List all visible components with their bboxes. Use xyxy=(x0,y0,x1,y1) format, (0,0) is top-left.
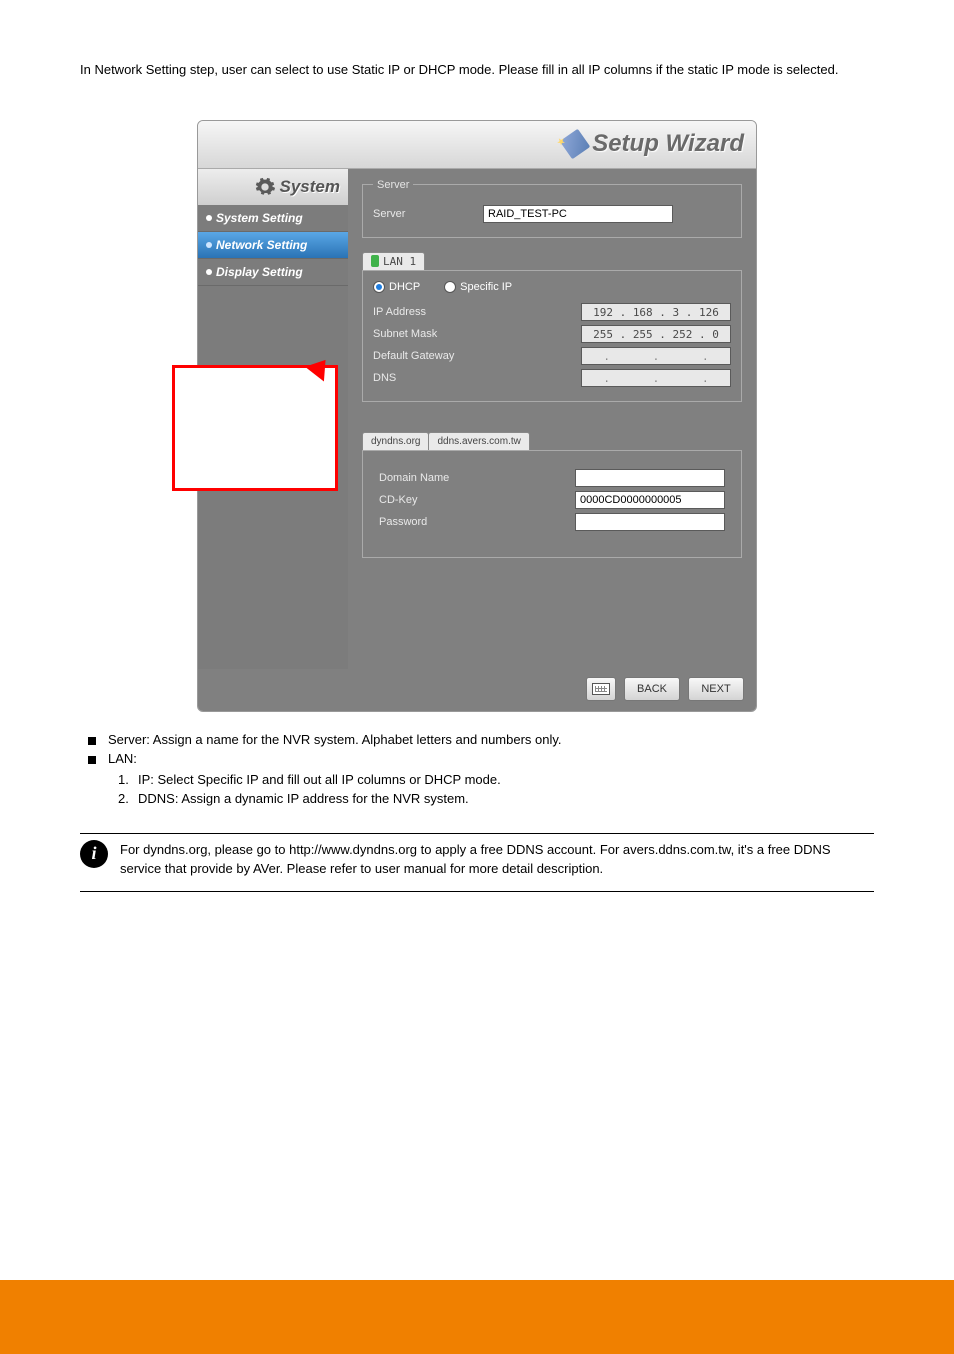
list-number: 2. xyxy=(118,789,130,809)
bullet-icon xyxy=(206,215,212,221)
red-highlight-box xyxy=(172,365,338,491)
ip-address-label: IP Address xyxy=(373,306,473,318)
list-number: 1. xyxy=(118,770,130,790)
sidebar-item-network-setting[interactable]: Network Setting xyxy=(198,232,348,259)
server-bullet-text: Server: Assign a name for the NVR system… xyxy=(108,732,562,747)
radio-selected-icon xyxy=(373,281,385,293)
lan-status-icon xyxy=(371,255,379,267)
bullet-icon xyxy=(206,242,212,248)
note-block: i For dyndns.org, please go to http://ww… xyxy=(80,840,874,879)
server-input[interactable] xyxy=(483,205,673,223)
lan-sub2-text: DDNS: Assign a dynamic IP address for th… xyxy=(138,789,469,809)
page-footer-bar xyxy=(0,1280,954,1354)
ddns-tab-dyndns[interactable]: dyndns.org xyxy=(362,432,429,450)
intro-paragraph: In Network Setting step, user can select… xyxy=(80,60,874,80)
server-legend: Server xyxy=(373,179,413,191)
domain-name-input[interactable] xyxy=(575,469,725,487)
dns-label: DNS xyxy=(373,372,473,384)
dhcp-radio[interactable]: DHCP xyxy=(373,281,420,293)
keyboard-button[interactable] xyxy=(586,677,616,701)
lan-panel: DHCP Specific IP IP Address 192 . 168 . … xyxy=(362,270,742,402)
sidebar-item-system-setting[interactable]: System Setting xyxy=(198,205,348,232)
dns-field[interactable]: ... xyxy=(581,369,731,387)
sidebar-item-label: Network Setting xyxy=(216,238,307,252)
password-input[interactable] xyxy=(575,513,725,531)
wizard-footer: BACK NEXT xyxy=(198,669,756,711)
ddns-panel: Domain Name CD-Key Password xyxy=(362,450,742,558)
wizard-title: Setup Wizard xyxy=(564,130,744,158)
subnet-label: Subnet Mask xyxy=(373,328,473,340)
info-icon: i xyxy=(80,840,108,868)
subnet-value: 255 . 255 . 252 . 0 xyxy=(591,328,721,341)
note-text: For dyndns.org, please go to http://www.… xyxy=(120,842,831,877)
sidebar-item-label: System Setting xyxy=(216,211,303,225)
lan-tab-label: LAN 1 xyxy=(383,255,416,268)
sidebar-header-text: System xyxy=(280,177,340,197)
wizard-main-panel: Server Server LAN 1 xyxy=(348,169,756,669)
divider xyxy=(80,891,874,892)
wand-icon xyxy=(560,129,591,160)
cdkey-label: CD-Key xyxy=(379,494,479,506)
square-bullet-icon xyxy=(88,756,96,764)
lan1-tab[interactable]: LAN 1 xyxy=(362,252,425,270)
password-label: Password xyxy=(379,516,479,528)
dhcp-label: DHCP xyxy=(389,281,420,293)
gear-icon xyxy=(254,176,276,198)
sidebar-item-label: Display Setting xyxy=(216,265,303,279)
subnet-field[interactable]: 255 . 255 . 252 . 0 xyxy=(581,325,731,343)
radio-unselected-icon xyxy=(444,281,456,293)
cdkey-input[interactable] xyxy=(575,491,725,509)
ddns-tab-avers[interactable]: ddns.avers.com.tw xyxy=(428,432,529,450)
gateway-field[interactable]: ... xyxy=(581,347,731,365)
sidebar-item-display-setting[interactable]: Display Setting xyxy=(198,259,348,286)
back-button[interactable]: BACK xyxy=(624,677,680,701)
next-button[interactable]: NEXT xyxy=(688,677,744,701)
domain-name-label: Domain Name xyxy=(379,472,479,484)
bullet-icon xyxy=(206,269,212,275)
server-fieldset: Server Server xyxy=(362,179,742,238)
divider xyxy=(80,833,874,834)
lan-bullet-text: LAN: xyxy=(108,751,137,766)
specific-ip-label: Specific IP xyxy=(460,281,512,293)
server-label: Server xyxy=(373,208,473,220)
sidebar-header: System xyxy=(198,169,348,205)
ip-address-field[interactable]: 192 . 168 . 3 . 126 xyxy=(581,303,731,321)
wizard-titlebar: Setup Wizard xyxy=(198,121,756,169)
lan-sub1-text: IP: Select Specific IP and fill out all … xyxy=(138,770,501,790)
wizard-title-text: Setup Wizard xyxy=(592,130,744,158)
square-bullet-icon xyxy=(88,737,96,745)
keyboard-icon xyxy=(592,683,610,695)
ip-address-value: 192 . 168 . 3 . 126 xyxy=(591,306,721,319)
specific-ip-radio[interactable]: Specific IP xyxy=(444,281,512,293)
gateway-label: Default Gateway xyxy=(373,350,473,362)
